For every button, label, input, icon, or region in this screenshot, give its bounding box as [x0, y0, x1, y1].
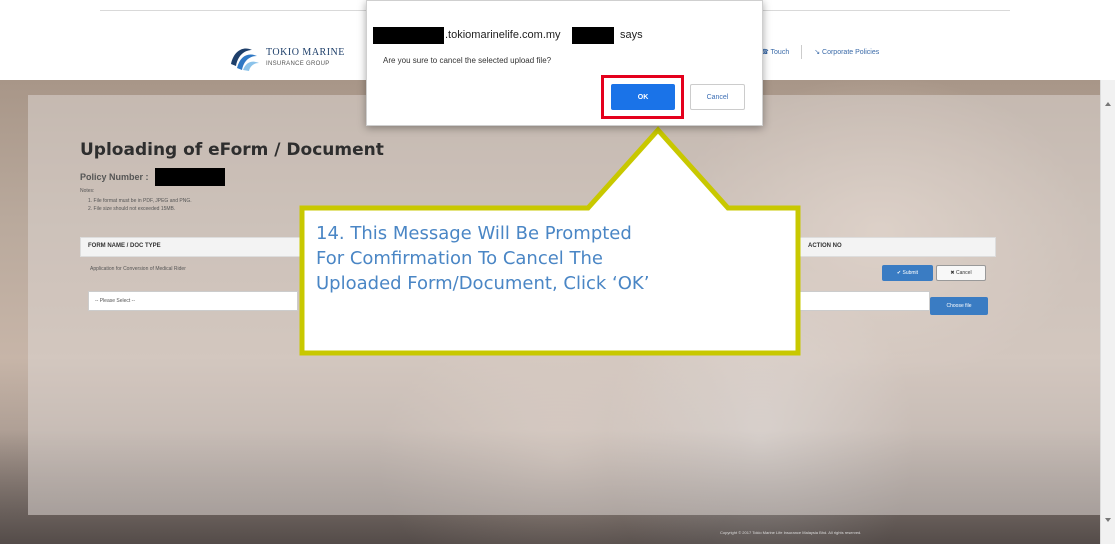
scroll-down-arrow-icon[interactable] — [1105, 518, 1111, 522]
callout-line: Uploaded Form/Document, Click ‘OK’ — [316, 273, 650, 294]
submit-button[interactable]: ✔ Submit — [882, 265, 933, 281]
redacted-path — [572, 27, 614, 44]
logo-text-line2: INSURANCE GROUP — [266, 60, 330, 67]
ok-button[interactable]: OK — [611, 84, 675, 110]
nav-link-corporate-policies[interactable]: ↘ Corporate Policies — [814, 48, 879, 59]
logo-text-line1: TOKIO MARINE — [266, 46, 345, 58]
dialog-cancel-button[interactable]: Cancel — [690, 84, 745, 110]
page-title: Uploading of eForm / Document — [80, 140, 384, 160]
callout-line: 14. This Message Will Be Prompted — [316, 223, 632, 244]
note-item: 1. File format must be in PDF, JPEG and … — [88, 198, 192, 204]
form-type-select[interactable]: -- Please Select -- — [88, 291, 298, 311]
column-header-form-name: FORM NAME / DOC TYPE — [88, 243, 161, 249]
redacted-policy-number — [154, 168, 225, 186]
table-row-form-name: Application for Conversion of Medical Ri… — [90, 266, 186, 272]
nav-separator — [801, 45, 803, 59]
policy-number-label: Policy Number : — [80, 172, 149, 182]
page-scrollbar[interactable] — [1100, 80, 1115, 544]
nav-link-touch[interactable]: ☎ Touch — [760, 48, 789, 59]
tokio-marine-logo[interactable]: TOKIO MARINE INSURANCE GROUP — [228, 42, 345, 72]
callout-line: For Comfirmation To Cancel The — [316, 248, 603, 269]
file-name-field[interactable] — [790, 291, 930, 311]
footer-copyright: Copyright © 2017 Tokio Marine Life Insur… — [720, 530, 862, 535]
callout-text: 14. This Message Will Be Prompted For Co… — [316, 221, 786, 296]
cancel-upload-button[interactable]: ✖ Cancel — [936, 265, 986, 281]
notes-label: Notes: — [80, 188, 95, 194]
note-item: 2. File size should not exceeded 15MB. — [88, 206, 176, 212]
column-header-action-no: ACTION NO — [808, 243, 842, 249]
dialog-says: says — [620, 29, 643, 41]
scroll-up-arrow-icon[interactable] — [1105, 102, 1111, 106]
dialog-domain: .tokiomarinelife.com.my — [445, 29, 561, 41]
header-nav: ☎ Touch ↘ Corporate Policies — [760, 45, 879, 59]
logo-mark-icon — [228, 42, 260, 72]
redacted-subdomain — [373, 27, 444, 44]
choose-file-button[interactable]: Choose file — [930, 297, 988, 315]
dialog-message: Are you sure to cancel the selected uplo… — [383, 56, 552, 65]
policy-number-row: Policy Number : — [80, 168, 225, 186]
